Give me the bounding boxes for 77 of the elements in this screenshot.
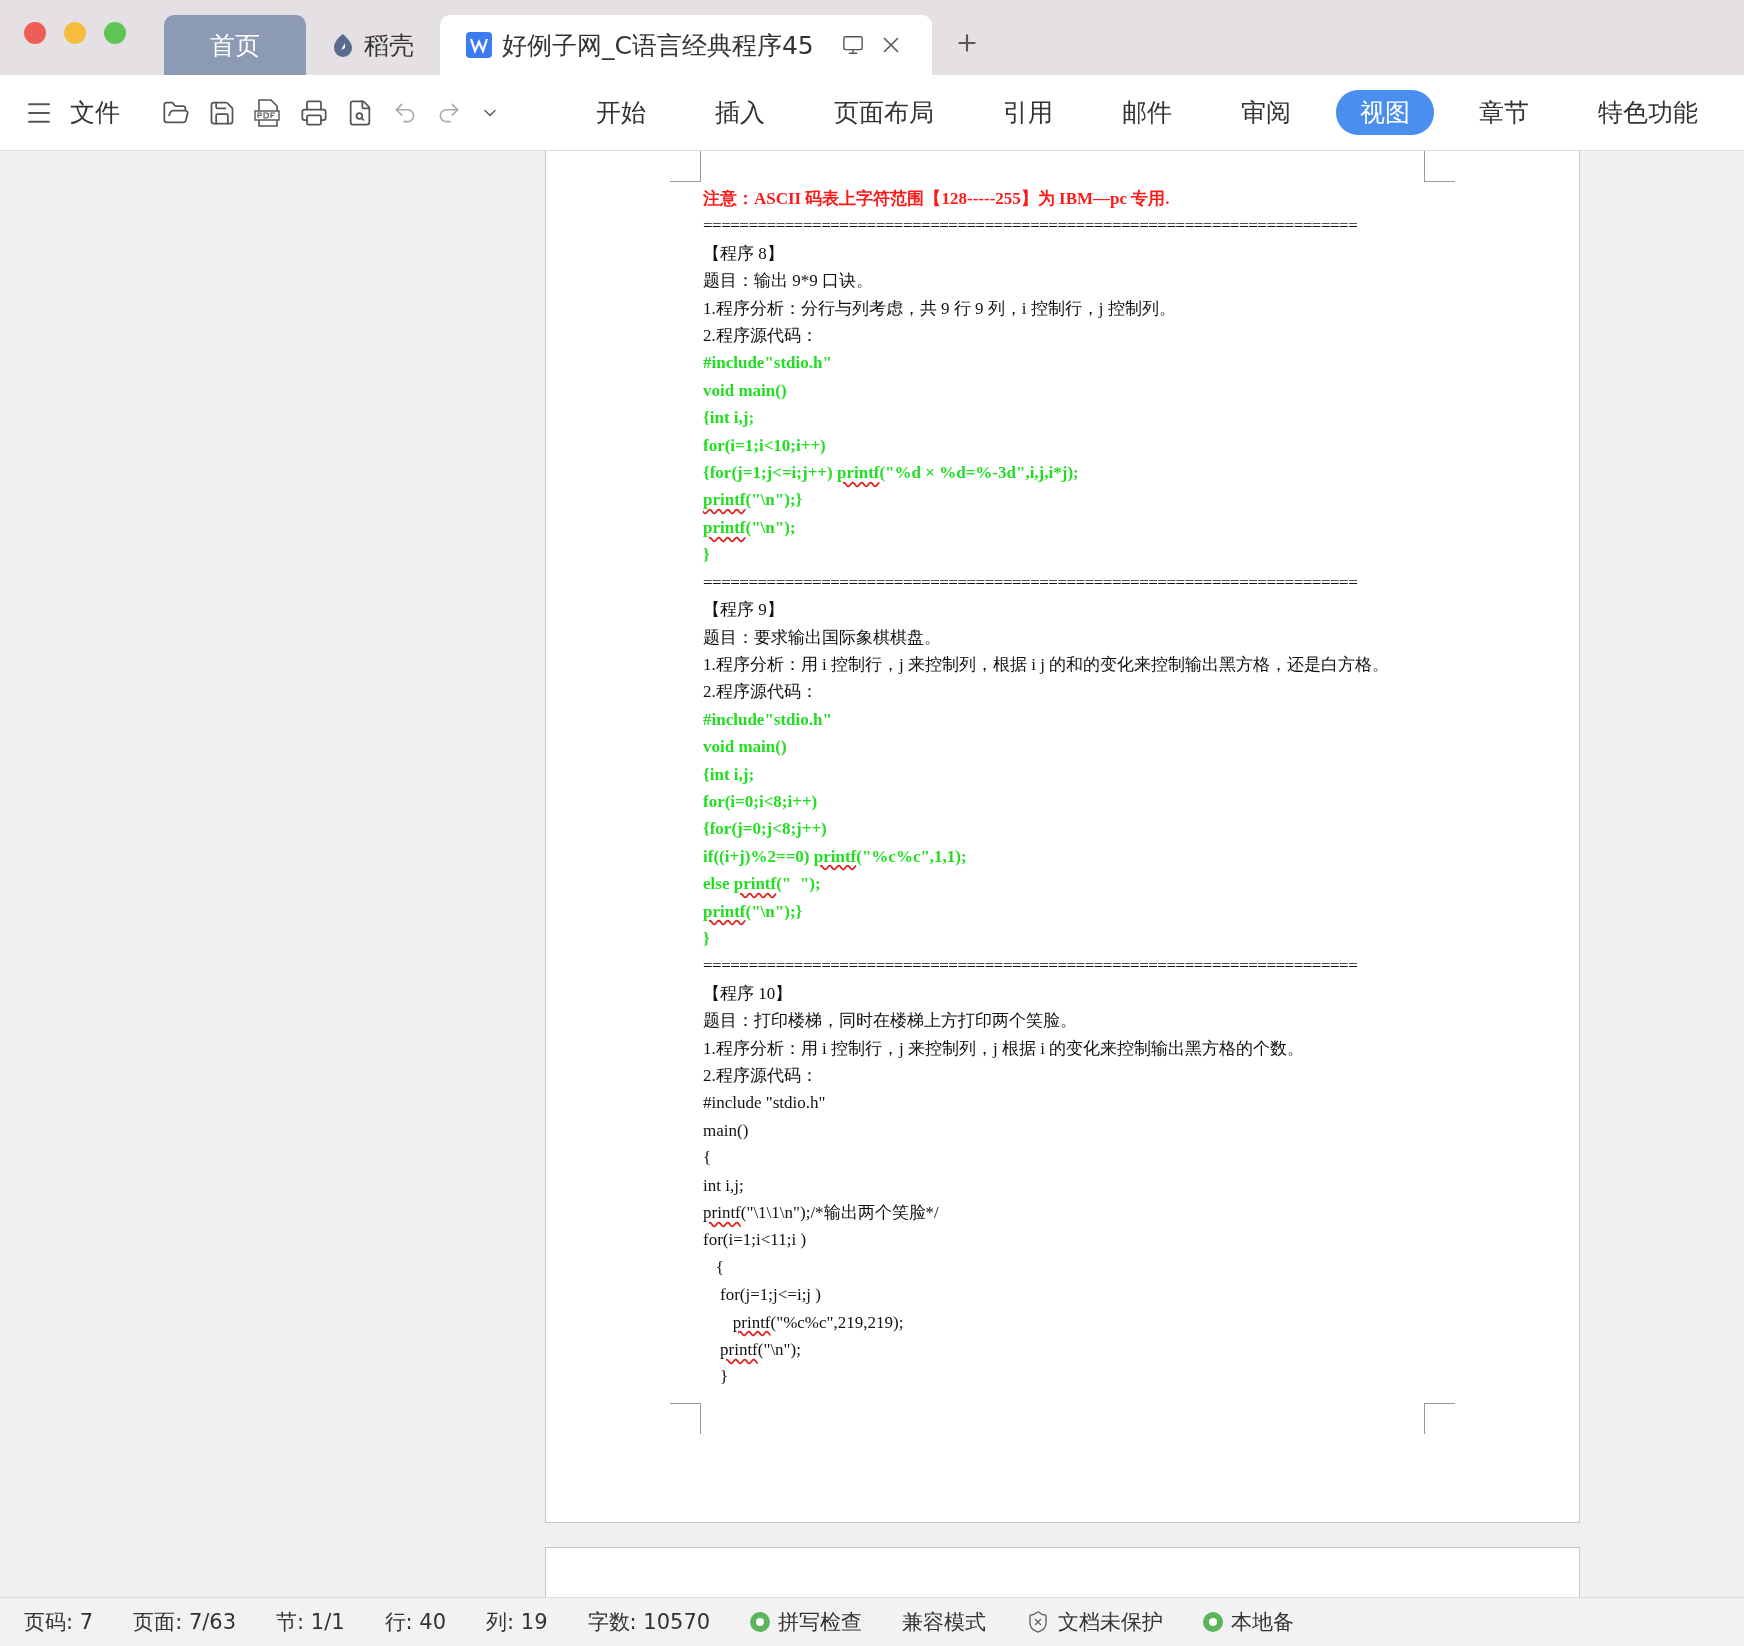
window-tab[interactable]: 好例子网_C语言经典程序45 (440, 15, 932, 75)
text-line: 【程序 10】 (703, 982, 793, 1005)
crop-mark (1424, 151, 1455, 182)
code-line: for(i=1;i<10;i++) (703, 434, 826, 457)
close-window-icon[interactable] (24, 21, 46, 44)
crop-mark (670, 1403, 701, 1434)
tab-label: 好例子网_C语言经典程序45 (502, 29, 814, 62)
tab-label: 首页 (210, 29, 260, 62)
code-line: printf("\n"); (703, 516, 796, 539)
status-text: 页码: 7 (24, 1609, 94, 1636)
ribbon-tab[interactable]: 页面布局 (810, 90, 958, 135)
file-menu[interactable]: 文件 (70, 96, 120, 129)
text-line: 注意：ASCII 码表上字符范围【128-----255】为 IBM—pc 专用. (703, 188, 1170, 210)
code-line: #include "stdio.h" (703, 1092, 826, 1115)
text-line: 【程序 8】 (703, 242, 784, 265)
code-line: } (703, 544, 710, 567)
status-text: 兼容模式 (902, 1609, 987, 1636)
ribbon-tab[interactable]: 开始 (572, 90, 670, 135)
code-line: } (703, 927, 710, 950)
code-line: #include"stdio.h" (703, 708, 832, 731)
ribbon-tab[interactable]: 审阅 (1217, 90, 1315, 135)
status-text: 节: 1/1 (276, 1609, 345, 1636)
text-line: 题目：输出 9*9 口诀。 (703, 270, 873, 293)
crop-mark (670, 151, 701, 182)
code-line: { (714, 1256, 724, 1279)
ribbon-tab[interactable]: 引用 (979, 90, 1077, 135)
code-line: printf("\n");} (703, 900, 803, 923)
code-line: main() (703, 1119, 749, 1142)
code-line: {int i,j; (703, 407, 755, 430)
code-line: #include"stdio.h" (703, 352, 832, 375)
code-line: for(i=1;i<11;i ) (703, 1229, 807, 1252)
tab-label: 稻壳 (364, 29, 414, 62)
code-line: if((i+j)%2==0) printf("%c%c",1,1); (703, 845, 967, 868)
separator-line: ======================================================================== (703, 571, 1358, 594)
separator-line: ======================================================================== (703, 955, 1358, 978)
code-line: void main() (703, 736, 787, 759)
code-line: } (719, 1366, 729, 1389)
status-dot-icon (1203, 1612, 1224, 1632)
window-tab[interactable]: 稻壳 (306, 15, 440, 75)
text-line: 1.程序分析：用 i 控制行，j 来控制列，j 根据 i 的变化来控制输出黑方格的个数。 (703, 1037, 1305, 1060)
status-text: 列: 19 (486, 1609, 548, 1636)
code-line: for(j=1;j<=i;j ) (719, 1284, 821, 1307)
code-line: { (703, 1147, 712, 1170)
status-text[interactable]: 拼写检查 (778, 1608, 863, 1636)
code-line: for(i=0;i<8;i++) (703, 790, 818, 813)
text-line: 2.程序源代码： (703, 1065, 818, 1087)
text-line: 2.程序源代码： (703, 681, 818, 704)
ribbon-tab[interactable]: 邮件 (1098, 90, 1196, 135)
text-line: 1.程序分析：分行与列考虑，共 9 行 9 列，i 控制行，j 控制列。 (703, 297, 1176, 320)
code-line: else printf(" "); (703, 873, 821, 896)
ribbon-tab[interactable]: 插入 (691, 90, 789, 135)
status-text[interactable]: 文档未保护 (1058, 1608, 1164, 1636)
status-text: 页面: 7/63 (133, 1609, 237, 1636)
code-line: printf("\1\1\n");/*输出两个笑脸*/ (703, 1202, 939, 1225)
status-dot-icon (750, 1612, 771, 1632)
status-text: 行: 40 (384, 1609, 447, 1636)
code-line: {for(j=1;j<=i;j++) printf("%d × %d=%-3d",i,j,i*j); (703, 462, 1079, 485)
code-line: printf("%c%c",219,219); (731, 1311, 904, 1334)
text-line: 题目：打印楼梯，同时在楼梯上方打印两个笑脸。 (703, 1010, 1077, 1033)
code-line: {int i,j; (703, 763, 755, 786)
code-line: void main() (703, 379, 787, 402)
ribbon-tab[interactable]: 章节 (1455, 90, 1553, 135)
code-line: printf("\n"); (719, 1339, 801, 1362)
flame-icon (332, 33, 354, 57)
text-line: 题目：要求输出国际象棋棋盘。 (703, 626, 941, 649)
text-line: 【程序 9】 (703, 599, 784, 622)
status-text: 字数: 10570 (587, 1609, 711, 1636)
status-text[interactable]: 本地备 (1231, 1608, 1295, 1636)
document-icon (466, 32, 492, 58)
text-line: 2.程序源代码： (703, 325, 818, 348)
code-line: {for(j=0;j<8;j++) (703, 818, 827, 841)
crop-mark (1424, 1403, 1455, 1434)
separator-line: ======================================================================== (703, 215, 1358, 238)
ribbon-tab[interactable]: 特色功能 (1574, 90, 1722, 135)
code-line: printf("\n");} (703, 489, 803, 512)
code-line: int i,j; (703, 1174, 744, 1197)
text-line: 1.程序分析：用 i 控制行，j 来控制列，根据 i j 的和的变化来控制输出黑方格，还是白方格。 (703, 653, 1390, 676)
